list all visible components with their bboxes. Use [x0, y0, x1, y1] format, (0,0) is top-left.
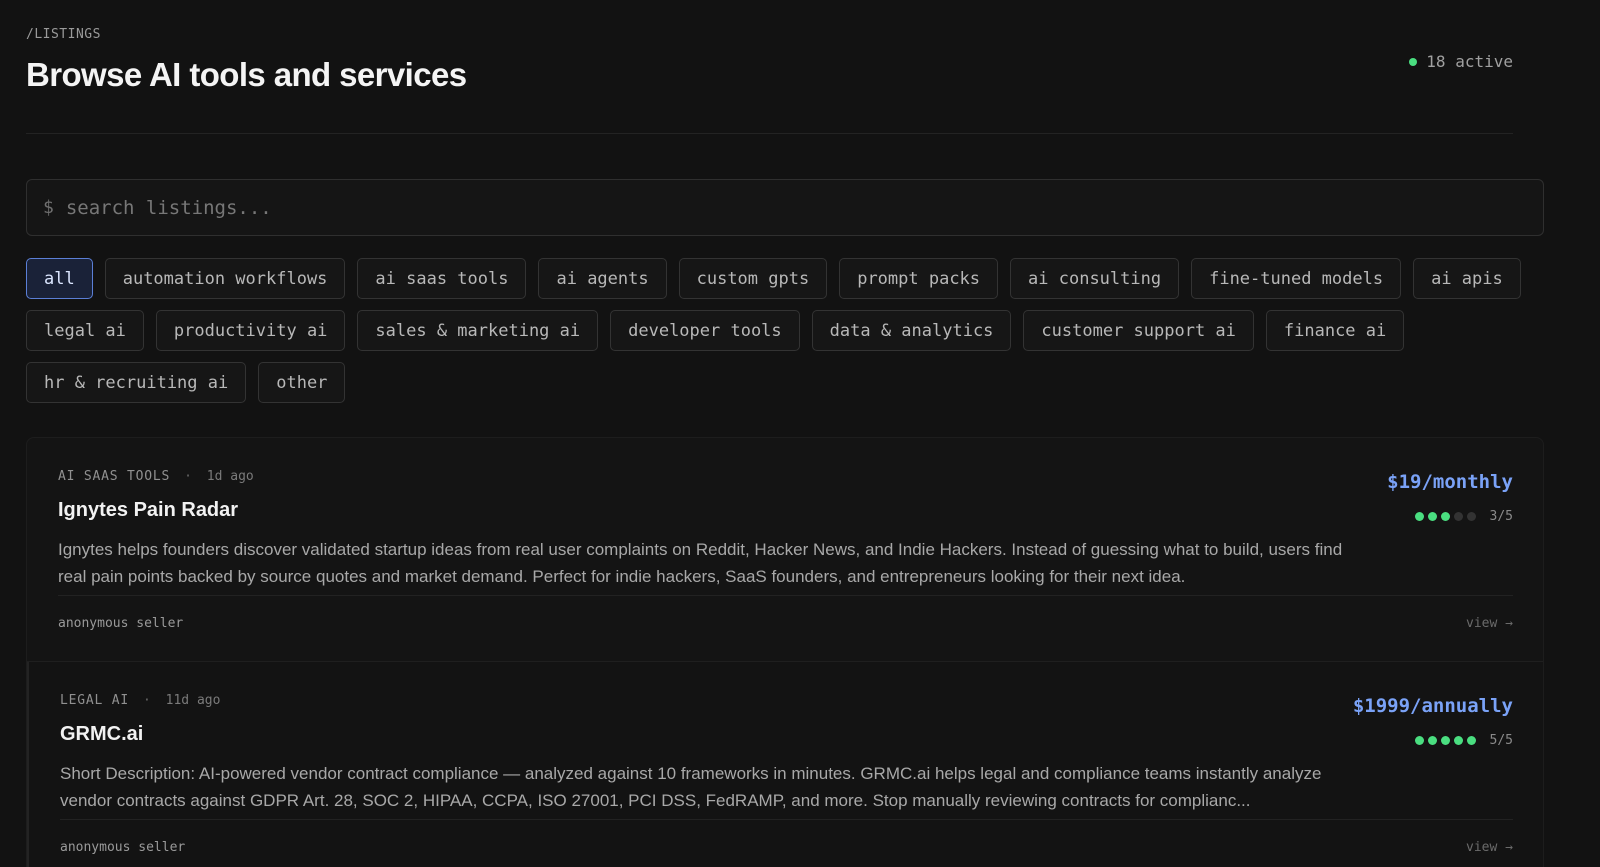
status-dot-icon	[1409, 57, 1418, 66]
chip-data-analytics[interactable]: data & analytics	[811, 310, 1012, 351]
chip-row: hr & recruiting ai other	[26, 362, 1546, 403]
active-count: 18 active	[1426, 52, 1513, 71]
chip-developer-tools[interactable]: developer tools	[610, 310, 800, 351]
chip-other[interactable]: other	[258, 362, 346, 403]
page-header: /LISTINGS Browse AI tools and services 1…	[26, 0, 1513, 134]
listings-list: AI SAAS TOOLS · 1d ago Ignytes Pain Rada…	[26, 437, 1544, 867]
listings-page: /LISTINGS Browse AI tools and services 1…	[0, 0, 1600, 867]
rating-text: 5/5	[1489, 733, 1513, 748]
active-status: 18 active	[1409, 52, 1513, 71]
chip-ai-apis[interactable]: ai apis	[1413, 258, 1521, 299]
listing-title[interactable]: Ignytes Pain Radar	[58, 499, 1513, 522]
chip-customer-support-ai[interactable]: customer support ai	[1023, 310, 1254, 351]
listing-rating: 3/5	[1414, 509, 1513, 524]
chip-ai-saas-tools[interactable]: ai saas tools	[357, 258, 527, 299]
rating-dot-icon	[1453, 736, 1463, 745]
rating-dot-icon	[1466, 736, 1476, 745]
rating-dot-icon	[1414, 512, 1424, 521]
breadcrumb: /LISTINGS	[26, 27, 101, 42]
rating-dot-icon	[1440, 512, 1450, 521]
meta-separator: ·	[143, 692, 152, 708]
listing-description: Short Description: AI-powered vendor con…	[60, 764, 1322, 810]
listing-meta: AI SAAS TOOLS · 1d ago	[58, 468, 1513, 484]
listing-seller: anonymous seller	[60, 840, 186, 855]
listing-category: AI SAAS TOOLS	[58, 468, 171, 484]
listing-time: 11d ago	[165, 692, 221, 708]
chip-legal-ai[interactable]: legal ai	[26, 310, 144, 351]
rating-dot-icon	[1453, 512, 1463, 521]
listing-seller: anonymous seller	[58, 616, 184, 631]
listing-card[interactable]: AI SAAS TOOLS · 1d ago Ignytes Pain Rada…	[27, 438, 1543, 662]
rating-text: 3/5	[1489, 509, 1513, 524]
chip-row: all automation workflows ai saas tools a…	[26, 258, 1546, 299]
listing-category: LEGAL AI	[60, 692, 130, 708]
search-bar[interactable]: $	[26, 179, 1544, 236]
rating-dot-icon	[1427, 512, 1437, 521]
listing-description: Ignytes helps founders discover validate…	[58, 540, 1343, 586]
rating-dot-icon	[1427, 736, 1437, 745]
rating-dot-icon	[1440, 736, 1450, 745]
chip-fine-tuned-models[interactable]: fine-tuned models	[1191, 258, 1402, 299]
listing-meta: LEGAL AI · 11d ago	[60, 692, 1513, 708]
chip-sales-marketing-ai[interactable]: sales & marketing ai	[357, 310, 599, 351]
page-title: Browse AI tools and services	[26, 56, 467, 93]
chip-finance-ai[interactable]: finance ai	[1265, 310, 1405, 351]
view-link[interactable]: view →	[1466, 840, 1513, 855]
chip-ai-consulting[interactable]: ai consulting	[1010, 258, 1180, 299]
search-input[interactable]	[65, 196, 1543, 219]
listing-price: $19/monthly	[1387, 471, 1513, 493]
listing-title[interactable]: GRMC.ai	[60, 723, 1513, 746]
listing-card[interactable]: LEGAL AI · 11d ago GRMC.ai Short Descrip…	[27, 662, 1543, 867]
chip-ai-agents[interactable]: ai agents	[538, 258, 667, 299]
view-link[interactable]: view →	[1466, 616, 1513, 631]
meta-separator: ·	[184, 468, 193, 484]
rating-dot-icon	[1466, 512, 1476, 521]
listing-time: 1d ago	[206, 468, 254, 484]
chip-row: legal ai productivity ai sales & marketi…	[26, 310, 1546, 351]
chip-all[interactable]: all	[26, 258, 93, 299]
listing-divider	[58, 595, 1513, 596]
listing-price: $1999/annually	[1352, 695, 1513, 717]
chip-prompt-packs[interactable]: prompt packs	[839, 258, 999, 299]
chip-automation-workflows[interactable]: automation workflows	[104, 258, 346, 299]
listing-rating: 5/5	[1414, 733, 1513, 748]
chip-hr-recruiting-ai[interactable]: hr & recruiting ai	[26, 362, 247, 403]
chip-custom-gpts[interactable]: custom gpts	[678, 258, 828, 299]
listing-divider	[60, 819, 1513, 820]
category-filters: all automation workflows ai saas tools a…	[26, 258, 1546, 414]
rating-dot-icon	[1414, 736, 1424, 745]
chip-productivity-ai[interactable]: productivity ai	[155, 310, 346, 351]
terminal-prompt-icon: $	[43, 197, 54, 218]
